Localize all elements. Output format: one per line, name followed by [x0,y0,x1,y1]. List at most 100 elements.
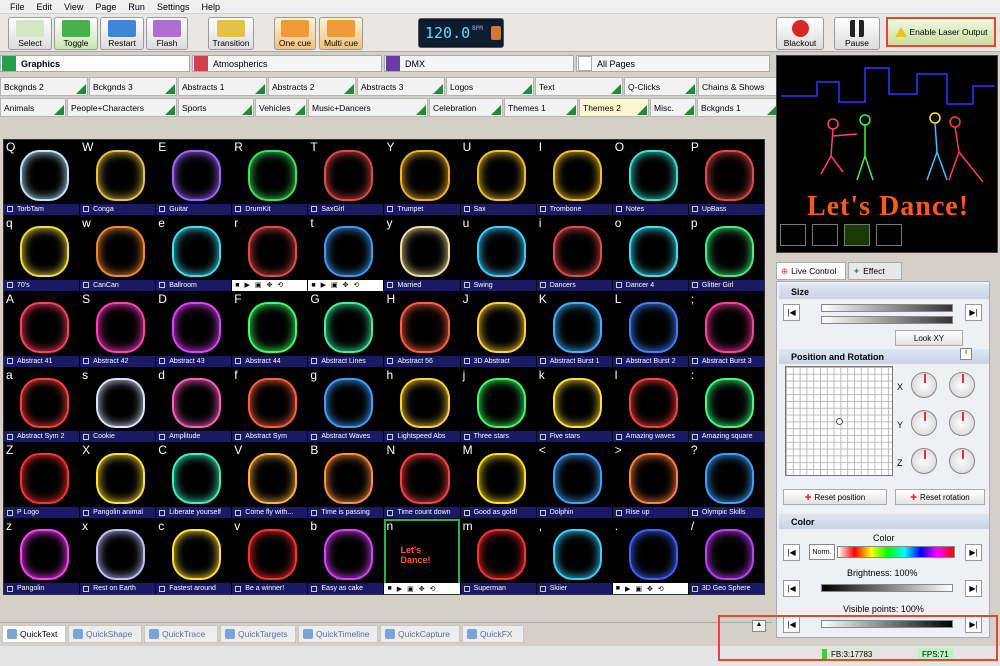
cue-control-icon[interactable]: ✥ [267,281,273,289]
position-y-knob[interactable] [949,410,975,436]
cue-cell[interactable]: C Liberate yourself [156,443,232,519]
color-hue-slider[interactable] [837,546,955,558]
cue-playback-controls[interactable]: ■ ▶ ▣ ✥ ⟲ [384,583,460,594]
cue-cell[interactable]: M Good as gold! [460,443,536,519]
cue-cell[interactable]: d Amplitude [156,367,232,443]
cue-cell[interactable]: Y Trumpet [384,140,460,215]
cue-cell[interactable]: a Abstract Sym 2 [4,367,80,443]
cue-cell[interactable]: u Swing [460,215,536,291]
cue-cell[interactable]: k Five stars [536,367,612,443]
cue-cell[interactable]: . ■ ▶ ▣ ✥ ⟲ [612,519,688,594]
cue-cell[interactable]: r ■ ▶ ▣ ✥ ⟲ [232,215,308,291]
pause-button[interactable]: Pause [834,17,880,50]
cue-cell[interactable]: q 70's [4,215,80,291]
cue-cell[interactable]: ? Olympic Skills [688,443,764,519]
cue-cell[interactable]: : Amazing square [688,367,764,443]
cue-control-icon[interactable]: ■ [616,585,620,592]
cue-cell[interactable]: O Notes [612,140,688,215]
page-tab-themes-1[interactable]: Themes 1 [504,98,578,117]
cue-cell[interactable]: g Abstract Waves [308,367,384,443]
tab-quicktargets[interactable]: QuickTargets [220,625,296,643]
info-icon[interactable]: i [960,348,972,360]
page-tab-abstracts-2[interactable]: Abstracts 2 [268,77,356,96]
color-section-header[interactable]: Color [779,514,989,529]
cue-cell[interactable]: , Skiier [536,519,612,594]
cue-control-icon[interactable]: ▣ [255,281,262,289]
page-tab-abstracts-1[interactable]: Abstracts 1 [178,77,267,96]
tab-effect[interactable]: ✦ Effect [848,262,902,280]
menu-page[interactable]: Page [89,2,122,12]
cue-cell[interactable]: N Time count down [384,443,460,519]
cue-cell[interactable]: > Rise up [612,443,688,519]
page-tab-sports[interactable]: Sports [178,98,254,117]
cue-control-icon[interactable]: ▣ [635,585,642,593]
menu-view[interactable]: View [58,2,89,12]
reset-rotation-button[interactable]: ✚ Reset rotation [895,489,985,505]
brightness-slider[interactable] [821,584,953,592]
cue-cell[interactable]: E Guitar [156,140,232,215]
multi-cue-button[interactable]: Multi cue [319,17,363,50]
page-tab-themes-2[interactable]: Themes 2 [579,98,649,117]
cue-control-icon[interactable]: ■ [235,282,239,289]
cue-control-icon[interactable]: ⟲ [277,281,283,289]
cue-cell[interactable]: m Superman [460,519,536,594]
cue-cell[interactable]: T SaxGirl [308,140,384,215]
preview-thumb-1[interactable] [780,224,806,246]
page-tab-people-characters[interactable]: People+Characters [67,98,177,117]
look-xy-button[interactable]: Look XY [895,330,963,346]
enable-laser-output-button[interactable]: Enable Laser Output [886,17,996,47]
cue-cell[interactable]: < Dolphin [536,443,612,519]
cue-cell[interactable]: D Abstract 43 [156,291,232,367]
cue-control-icon[interactable]: ⟲ [658,585,664,593]
cue-cell[interactable]: c Fastest around [156,519,232,594]
cue-cell[interactable]: I Trombone [536,140,612,215]
cue-cell[interactable]: B Time is passing [308,443,384,519]
tab-quickfx[interactable]: QuickFX [462,625,524,643]
cue-control-icon[interactable]: ▶ [625,585,630,593]
cue-cell[interactable]: t ■ ▶ ▣ ✥ ⟲ [308,215,384,291]
one-cue-button[interactable]: One cue [274,17,316,50]
cue-cell[interactable]: y Married [384,215,460,291]
transition-button[interactable]: Transition [208,17,254,50]
bpm-display[interactable]: 120.0 BPM [418,18,504,48]
size-slider-y[interactable] [821,316,953,324]
cue-cell[interactable]: G Abstract Lines [308,291,384,367]
cue-cell[interactable]: L Abstract Burst 2 [612,291,688,367]
reset-position-button[interactable]: ✚ Reset position [783,489,887,505]
page-tab-bckgnds-1[interactable]: Bckgnds 1 [697,98,779,117]
cue-cell[interactable]: / 3D Geo Sphere [688,519,764,594]
tab-quickcapture[interactable]: QuickCapture [380,625,460,643]
cue-cell[interactable]: h Lightspeed Abs [384,367,460,443]
cue-cell[interactable]: V Come fly with... [232,443,308,519]
page-tab-celebration[interactable]: Celebration [429,98,503,117]
xy-position-pad[interactable] [785,366,893,476]
cue-cell[interactable]: p Glitter Girl [688,215,764,291]
cue-cell[interactable]: f Abstract Sym [232,367,308,443]
select-button[interactable]: Select [8,17,52,50]
cue-cell[interactable]: l Amazing waves [612,367,688,443]
page-tab-music-dancers[interactable]: Music+Dancers [308,98,428,117]
page-tab-abstracts-3[interactable]: Abstracts 3 [357,77,445,96]
brightness-prev-button[interactable]: |◀ [783,580,800,597]
cue-cell[interactable]: X Pangolin animal [80,443,156,519]
cue-cell[interactable]: s Cookie [80,367,156,443]
menu-run[interactable]: Run [122,2,151,12]
preview-thumb-4[interactable] [876,224,902,246]
position-rotation-section-header[interactable]: Position and Rotation [779,349,989,364]
cue-control-icon[interactable]: ✥ [343,281,349,289]
cue-cell[interactable]: e Ballroom [156,215,232,291]
cue-playback-controls[interactable]: ■ ▶ ▣ ✥ ⟲ [612,583,688,594]
preview-thumb-2[interactable] [812,224,838,246]
cue-cell[interactable]: z Pangolin [4,519,80,594]
cue-control-icon[interactable]: ■ [387,585,391,592]
cue-cell[interactable]: w CanCan [80,215,156,291]
preview-thumb-3[interactable] [844,224,870,246]
cue-cell[interactable]: n Let's Dance! ■ ▶ ▣ ✥ ⟲ [384,519,460,594]
tab-quickshape[interactable]: QuickShape [68,625,142,643]
rotation-x-knob[interactable] [911,372,937,398]
menu-help[interactable]: Help [195,2,226,12]
cue-control-icon[interactable]: ▶ [245,281,250,289]
color-prev-button[interactable]: |◀ [783,544,800,561]
cue-cell[interactable]: P UpBass [688,140,764,215]
size-slider-x[interactable] [821,304,953,312]
